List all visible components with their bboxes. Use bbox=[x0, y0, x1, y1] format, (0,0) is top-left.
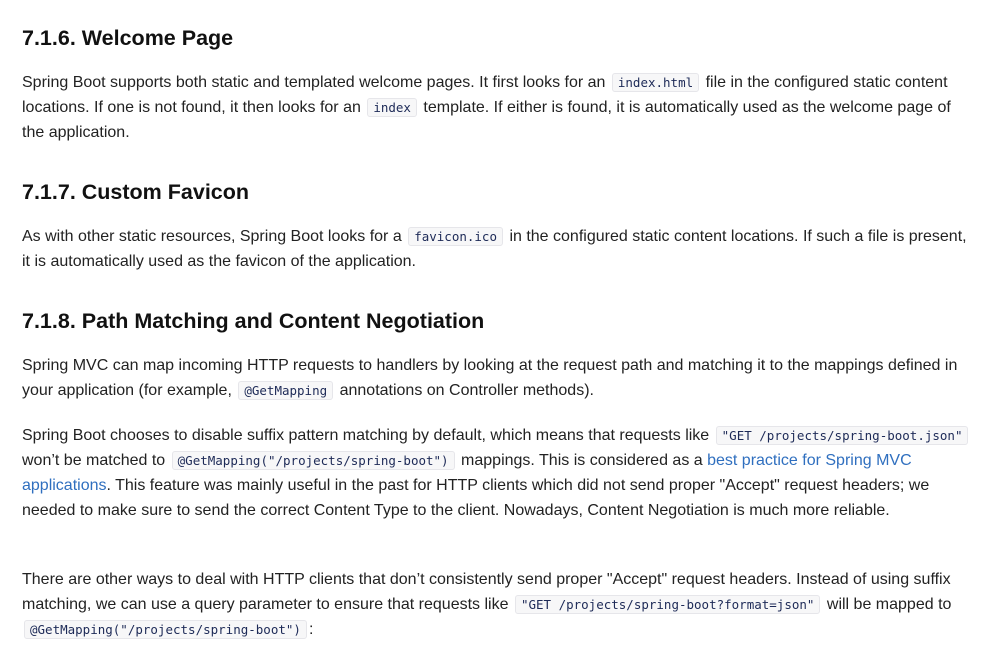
path-matching-paragraph-3: There are other ways to deal with HTTP c… bbox=[22, 567, 977, 642]
inline-code: favicon.ico bbox=[408, 227, 503, 246]
documentation-page: 7.1.6. Welcome Page Spring Boot supports… bbox=[0, 0, 990, 650]
paragraph-text: As with other static resources, Spring B… bbox=[22, 228, 402, 245]
section-heading-path-matching: 7.1.8. Path Matching and Content Negotia… bbox=[22, 309, 485, 333]
paragraph-text: : bbox=[308, 621, 314, 638]
paragraph-text: . This feature was mainly useful in the … bbox=[22, 477, 930, 519]
paragraph-text: mappings. This is considered as a bbox=[461, 452, 703, 469]
inline-code: index bbox=[367, 98, 417, 117]
welcome-page-paragraph: Spring Boot supports both static and tem… bbox=[22, 70, 977, 145]
custom-favicon-paragraph: As with other static resources, Spring B… bbox=[22, 224, 977, 274]
path-matching-paragraph-2: Spring Boot chooses to disable suffix pa… bbox=[22, 423, 977, 523]
path-matching-paragraph-1: Spring MVC can map incoming HTTP request… bbox=[22, 353, 977, 403]
inline-code: @GetMapping("/projects/spring-boot") bbox=[24, 620, 307, 639]
paragraph-text: annotations on Controller methods). bbox=[339, 382, 594, 399]
section-heading-welcome-page: 7.1.6. Welcome Page bbox=[22, 26, 234, 50]
inline-code: "GET /projects/spring-boot?format=json" bbox=[514, 595, 821, 614]
paragraph-text: Spring Boot chooses to disable suffix pa… bbox=[22, 427, 710, 444]
paragraph-text: won’t be matched to bbox=[22, 452, 166, 469]
inline-code: @GetMapping bbox=[238, 381, 334, 400]
inline-code: index.html bbox=[611, 73, 700, 92]
section-heading-custom-favicon: 7.1.7. Custom Favicon bbox=[22, 180, 250, 204]
paragraph-text: will be mapped to bbox=[826, 596, 952, 613]
inline-code: "GET /projects/spring-boot.json" bbox=[715, 426, 969, 445]
paragraph-text: Spring Boot supports both static and tem… bbox=[22, 74, 606, 91]
inline-code: @GetMapping("/projects/spring-boot") bbox=[171, 451, 455, 470]
